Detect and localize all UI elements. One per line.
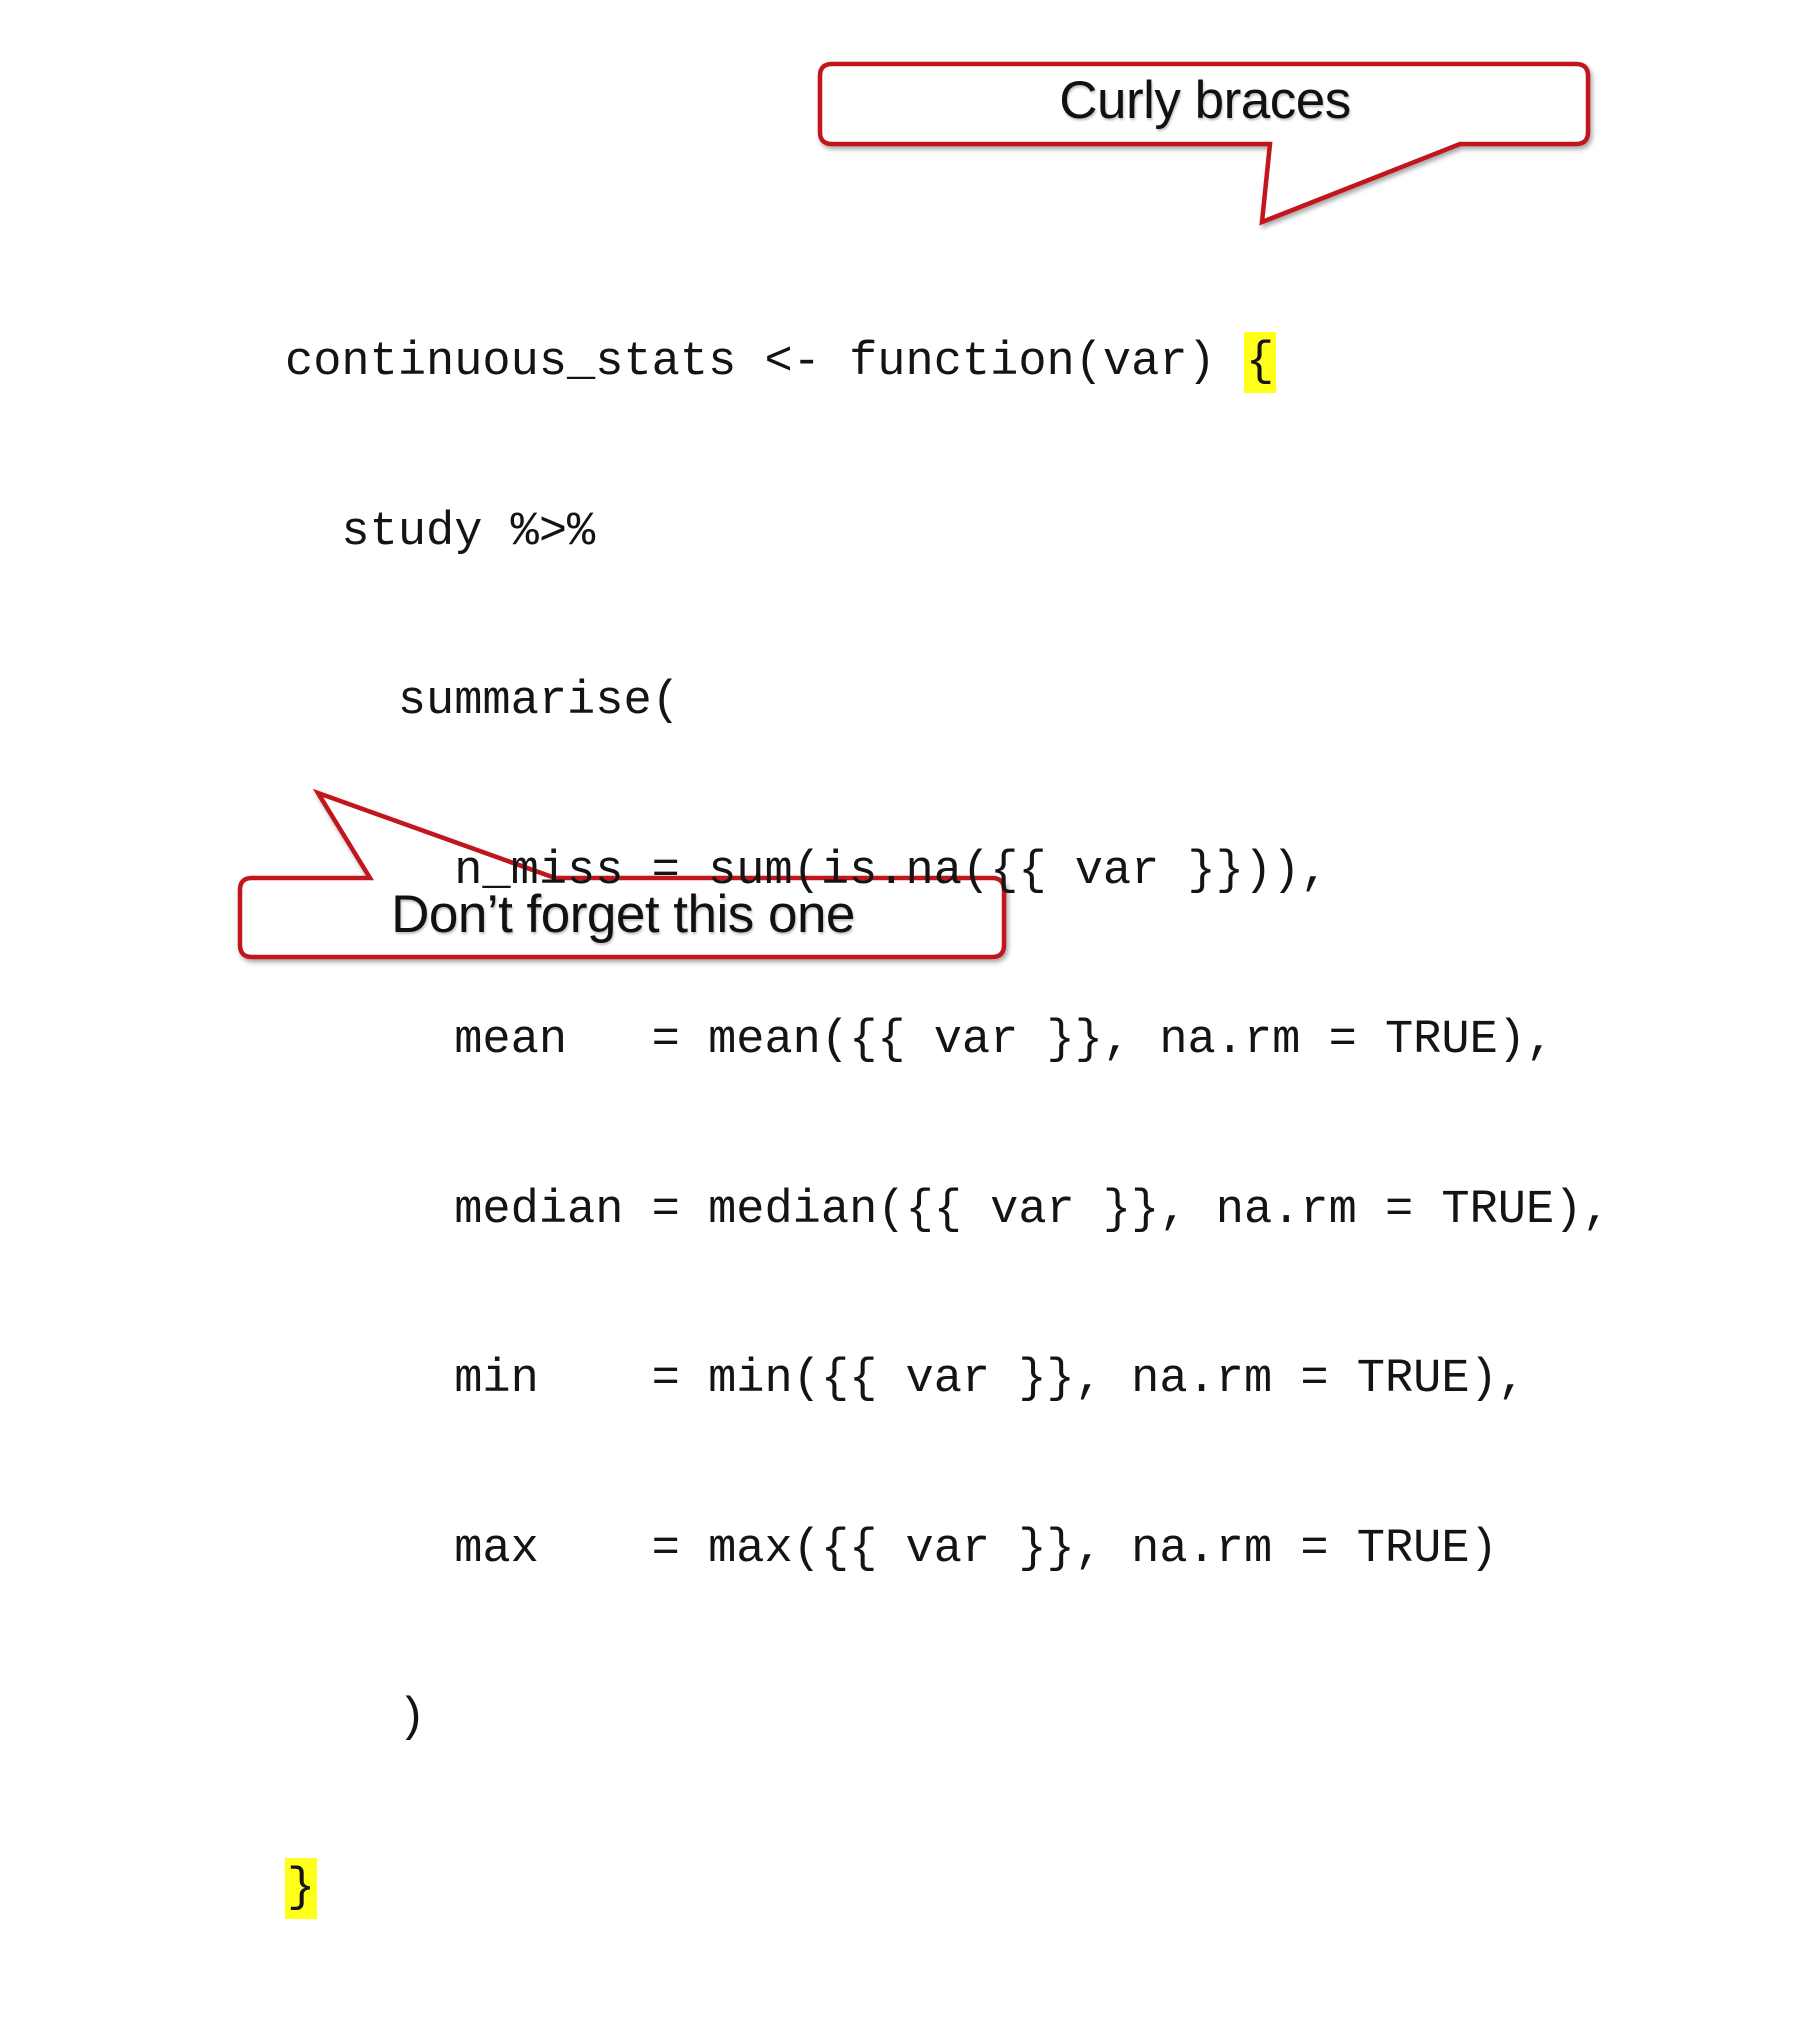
open-brace-highlight: { [1243,332,1277,393]
code-line-8: max = max({{ var }}, na.rm = TRUE) [285,1522,1498,1576]
code-line-7: min = min({{ var }}, na.rm = TRUE), [285,1353,1527,1406]
code-line-5: mean = mean({{ var }}, na.rm = TRUE), [285,1014,1555,1067]
callout-top-label: Curly braces [1059,71,1351,130]
code-line-1: continuous_stats <- function(var) { [285,332,1611,393]
code-line-4: n_miss = sum(is.na({{ var }})), [285,844,1329,898]
close-brace-highlight: } [285,1857,318,1919]
code-line-10: } [285,1857,1611,1919]
code-line-6: median = median({{ var }}, na.rm = TRUE)… [285,1183,1611,1237]
slide: Curly braces Don’t forget this one conti… [0,0,1800,1919]
code-line-2: study %>% [285,505,596,559]
code-block: continuous_stats <- function(var) { stud… [285,222,1611,2026]
code-line-3: summarise( [285,675,680,728]
code-line-9: ) [285,1692,427,1745]
code-line-1-text: continuous_stats <- function(var) [285,336,1244,389]
